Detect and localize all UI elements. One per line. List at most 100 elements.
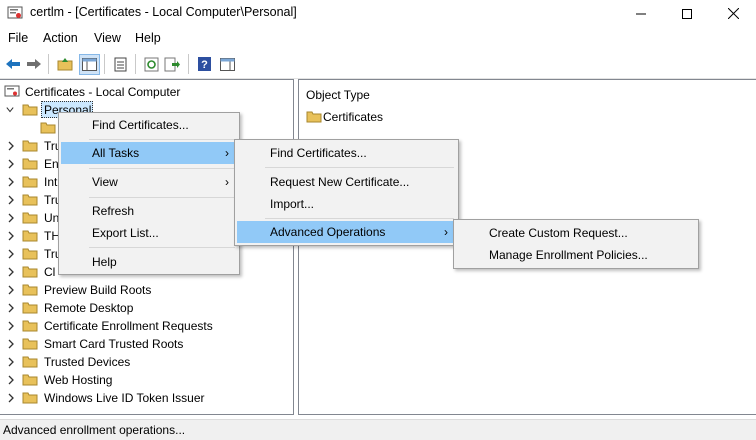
menu-item-help[interactable]: Help [61,251,237,273]
details-row-certificates[interactable]: Certificates [306,108,426,126]
tree-item[interactable]: Trusted Devices [6,353,276,371]
chevron-down-icon [6,107,14,113]
advanced-operations-submenu: Create Custom Request... Manage Enrollme… [453,219,699,269]
menu-item-find-certificates[interactable]: Find Certificates... [61,114,237,136]
help-button[interactable]: ? [195,55,213,73]
chevron-right-icon: › [225,175,229,189]
back-arrow-icon [6,59,20,69]
tree-item[interactable]: Smart Card Trusted Roots [6,335,276,353]
menu-action[interactable]: Action [43,31,78,45]
chevron-right-icon [8,267,14,277]
column-header-object-type[interactable]: Object Type [306,88,370,102]
show-action-pane-icon [219,57,235,71]
menu-item-find-certificates-sub[interactable]: Find Certificates... [237,142,456,164]
maximize-icon [682,8,692,19]
tree-root[interactable]: Certificates - Local Computer [4,83,204,101]
tree-item-label: Windows Live ID Token Issuer [44,391,205,405]
tree-item-label: Preview Build Roots [44,283,152,297]
close-button[interactable] [710,0,756,27]
chevron-right-icon [8,177,14,187]
folder-icon [306,111,322,123]
help-icon: ? [197,57,211,71]
tree-item[interactable]: Certificate Enrollment Requests [6,317,276,335]
folder-icon [40,122,56,134]
tree-item[interactable]: Web Hosting [6,371,276,389]
menu-file[interactable]: File [8,31,28,45]
folder-icon [22,248,38,260]
up-one-level-button[interactable] [56,55,74,73]
all-tasks-submenu: Find Certificates... Request New Certifi… [234,139,459,246]
chevron-right-icon [8,195,14,205]
show-action-pane-button[interactable] [218,55,236,73]
export-list-icon [164,57,180,71]
folder-icon [22,374,38,386]
forward-button[interactable] [25,55,43,73]
up-folder-icon [57,58,73,71]
tree-item-label: Smart Card Trusted Roots [44,337,184,351]
folder-icon [22,194,38,206]
menu-item-all-tasks[interactable]: All Tasks › [61,142,237,164]
tree-item-label: Web Hosting [44,373,113,387]
folder-icon [22,266,38,278]
properties-button[interactable] [111,55,129,73]
menu-item-request-new-certificate[interactable]: Request New Certificate... [237,171,456,193]
chevron-right-icon [8,357,14,367]
status-text: Advanced enrollment operations... [3,423,186,437]
back-button[interactable] [4,55,22,73]
chevron-right-icon: › [225,146,229,160]
menu-item-advanced-operations[interactable]: Advanced Operations › [237,221,456,243]
tree-item-label: Certificate Enrollment Requests [44,319,213,333]
status-bar: Advanced enrollment operations... [0,419,756,440]
menu-help[interactable]: Help [135,31,161,45]
maximize-button[interactable] [664,0,710,27]
forward-arrow-icon [27,59,41,69]
chevron-right-icon [8,249,14,259]
minimize-button[interactable] [618,0,664,27]
chevron-right-icon: › [444,225,448,239]
chevron-right-icon [8,213,14,223]
chevron-right-icon [8,339,14,349]
certificates-snapin-icon [4,85,20,97]
folder-icon [22,392,38,404]
context-menu: Find Certificates... All Tasks › View › Re… [58,112,240,275]
minimize-icon [636,13,646,14]
chevron-right-icon [8,393,14,403]
menu-item-refresh[interactable]: Refresh [61,200,237,222]
chevron-right-icon [8,285,14,295]
tree-item[interactable]: Preview Build Roots [6,281,276,299]
folder-icon [22,158,38,170]
refresh-button[interactable] [142,55,160,73]
svg-text:?: ? [201,59,208,71]
menu-item-export-list[interactable]: Export List... [61,222,237,244]
tree-item-label: Int [44,175,58,189]
folder-icon [22,320,38,332]
refresh-icon [144,57,158,71]
folder-icon [22,104,38,116]
details-row-label: Certificates [323,110,384,124]
tree-root-label: Certificates - Local Computer [25,85,181,99]
tree-item-label: En [44,157,59,171]
show-hide-tree-icon [82,58,97,71]
export-list-button[interactable] [163,55,181,73]
tree-item[interactable]: Windows Live ID Token Issuer [6,389,276,407]
close-icon [727,8,739,19]
folder-icon [22,212,38,224]
menu-item-manage-enrollment-policies[interactable]: Manage Enrollment Policies... [456,244,696,266]
show-hide-console-tree-button[interactable] [79,54,100,75]
folder-icon [22,176,38,188]
folder-icon [22,356,38,368]
title-bar: certlm - [Certificates - Local Computer\… [0,0,756,27]
menu-item-create-custom-request[interactable]: Create Custom Request... [456,222,696,244]
folder-icon [22,302,38,314]
menu-item-import[interactable]: Import... [237,193,456,215]
tree-item[interactable]: Remote Desktop [6,299,276,317]
menu-view[interactable]: View [94,31,121,45]
folder-icon [22,140,38,152]
menu-item-view[interactable]: View › [61,171,237,193]
chevron-right-icon [8,375,14,385]
tree-item-label: Trusted Devices [44,355,131,369]
certificate-app-icon [7,6,23,19]
folder-icon [22,338,38,350]
chevron-right-icon [8,159,14,169]
properties-icon [114,57,126,71]
